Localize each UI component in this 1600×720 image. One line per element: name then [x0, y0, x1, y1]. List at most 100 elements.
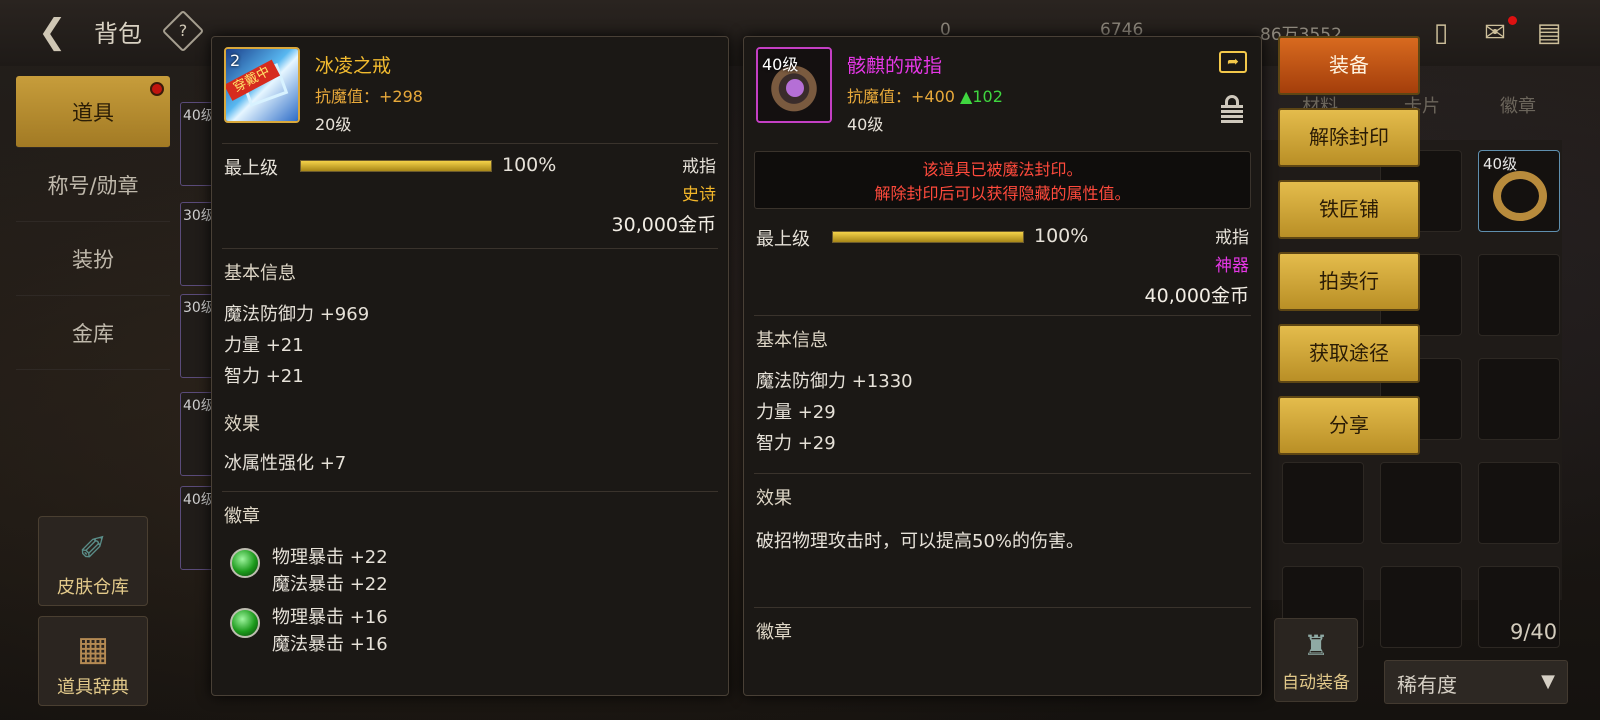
emblem-stat: 物理暴击 +22	[272, 547, 388, 568]
effect-line: 冰属性强化 +7	[224, 453, 347, 474]
book-icon: ▦	[76, 629, 110, 669]
grade-row: 最上级 100% 戒指 神器 40,000金币	[744, 215, 1261, 315]
left-nav: 道具 称号/勋章 装扮 金库	[16, 76, 170, 370]
grade-bar	[832, 231, 1024, 243]
unseal-button[interactable]: 解除封印	[1278, 108, 1420, 167]
nav-item-vault[interactable]: 金库	[16, 296, 170, 370]
basic-info-title: 基本信息	[756, 330, 828, 351]
emblem-stat: 魔法暴击 +16	[272, 634, 388, 655]
inventory-slot[interactable]	[1282, 462, 1364, 544]
seal-warning-line: 该道具已被魔法封印。	[922, 160, 1083, 179]
grade-bar	[300, 160, 492, 172]
auto-equip-label: 自动装备	[1282, 673, 1350, 693]
inventory-slot[interactable]	[1478, 254, 1560, 336]
attr-line: 智力 +29	[756, 433, 836, 454]
icon-level: 40级	[762, 55, 799, 74]
item-header: 40级 骸麒的戒指 抗魔值：+400 ▲102 40级 ➦	[744, 37, 1261, 145]
chat-icon[interactable]: ▤	[1532, 18, 1566, 48]
item-type: 戒指	[682, 157, 716, 177]
grade-percent: 100%	[1034, 225, 1089, 247]
inventory-slot[interactable]	[1478, 358, 1560, 440]
back-arrow-icon[interactable]: ❮	[38, 14, 82, 50]
attr-line: 魔法防御力 +1330	[756, 371, 913, 392]
grade-bar-fill	[833, 232, 1023, 242]
item-resist: 抗魔值：+400 ▲102	[847, 83, 1003, 107]
emblem-stat: 物理暴击 +16	[272, 607, 388, 628]
nav-item-label: 装扮	[72, 247, 114, 272]
nav-item-label: 金库	[72, 321, 114, 346]
emblem-entry: 物理暴击 +22 魔法暴击 +22	[212, 544, 728, 598]
equipped-item-tooltip: 2 穿戴中 冰凌之戒 抗魔值：+298 20级 最上级 100% 戒指 史诗 3…	[211, 36, 729, 696]
nav-item-label: 称号/勋章	[47, 173, 139, 198]
item-type: 戒指	[1215, 228, 1249, 248]
auction-house-button[interactable]: 拍卖行	[1278, 252, 1420, 311]
effect-line: 破招物理攻击时，可以提高50%的伤害。	[756, 531, 1085, 552]
grade-label: 最上级	[224, 158, 278, 179]
mail-notification-dot	[1508, 16, 1517, 25]
resist-delta: ▲102	[960, 87, 1003, 106]
sort-dropdown[interactable]: 稀有度 ▼	[1384, 660, 1568, 704]
inventory-capacity: 9/40	[1510, 620, 1558, 644]
item-resist: 抗魔值：+298	[315, 87, 423, 106]
dropdown-arrow-icon: ▼	[1541, 671, 1555, 692]
skin-storage-label: 皮肤仓库	[57, 577, 129, 598]
emblem-stat: 魔法暴击 +22	[272, 574, 388, 595]
attr-line: 智力 +21	[224, 366, 304, 387]
item-name: 冰凌之戒	[315, 55, 392, 77]
item-level: 40级	[847, 115, 884, 134]
tab-emblems[interactable]: 徽章	[1500, 92, 1536, 118]
item-price: 40,000金币	[1144, 285, 1249, 307]
nav-item-items[interactable]: 道具	[16, 76, 170, 148]
attr-line: 力量 +21	[224, 335, 304, 356]
item-price: 30,000金币	[611, 214, 716, 236]
green-emblem-icon	[230, 548, 260, 578]
blacksmith-button[interactable]: 铁匠铺	[1278, 180, 1420, 239]
bag-icon[interactable]: ▯	[1424, 18, 1458, 48]
item-level: 20级	[315, 115, 352, 134]
item-dictionary-button[interactable]: ▦ 道具辞典	[38, 616, 148, 706]
share-icon[interactable]: ➦	[1219, 51, 1247, 73]
item-name: 骸麒的戒指	[847, 55, 943, 77]
effect-title: 效果	[224, 414, 260, 435]
share-button[interactable]: 分享	[1278, 396, 1420, 455]
brush-icon: ✐	[78, 529, 108, 569]
item-icon: 40级	[756, 47, 832, 123]
emblem-entry: 物理暴击 +16 魔法暴击 +16	[212, 604, 728, 658]
lock-icon[interactable]	[1221, 95, 1243, 123]
grade-label: 最上级	[756, 229, 810, 250]
item-resist-value: 抗魔值：+400	[847, 87, 955, 106]
nav-item-costume[interactable]: 装扮	[16, 222, 170, 296]
effect-title: 效果	[756, 488, 792, 509]
item-header: 2 穿戴中 冰凌之戒 抗魔值：+298 20级	[212, 37, 728, 143]
nav-item-titles[interactable]: 称号/勋章	[16, 148, 170, 222]
page-title: 背包	[94, 20, 142, 48]
item-icon: 2 穿戴中	[224, 47, 300, 123]
emblem-title: 徽章	[756, 622, 792, 643]
basic-info-title: 基本信息	[224, 263, 296, 284]
equip-button[interactable]: 装备	[1278, 36, 1420, 95]
icon-level: 2	[230, 51, 241, 70]
nav-item-label: 道具	[72, 100, 114, 125]
seal-warning: 该道具已被魔法封印。 解除封印后可以获得隐藏的属性值。	[754, 151, 1251, 209]
notification-badge	[150, 82, 164, 96]
compare-item-tooltip: 40级 骸麒的戒指 抗魔值：+400 ▲102 40级 ➦ 该道具已被魔法封印。…	[743, 36, 1262, 696]
item-rarity: 神器	[1215, 256, 1249, 276]
item-dictionary-label: 道具辞典	[57, 677, 129, 698]
armor-icon: ♜	[1303, 629, 1329, 662]
inventory-slot[interactable]	[1380, 462, 1462, 544]
sort-selected-value: 稀有度	[1397, 673, 1457, 697]
grade-row: 最上级 100% 戒指 史诗 30,000金币	[212, 144, 728, 248]
inventory-slot[interactable]	[1478, 462, 1560, 544]
emblem-title: 徽章	[224, 506, 260, 527]
inventory-slot[interactable]	[1380, 566, 1462, 648]
mail-icon[interactable]: ✉	[1478, 18, 1512, 48]
skin-storage-button[interactable]: ✐ 皮肤仓库	[38, 516, 148, 606]
obtain-source-button[interactable]: 获取途径	[1278, 324, 1420, 383]
inventory-slot[interactable]: 40级	[1478, 150, 1560, 232]
item-rarity: 史诗	[682, 185, 716, 205]
grade-percent: 100%	[502, 154, 557, 176]
attr-line: 力量 +29	[756, 402, 836, 423]
help-icon[interactable]: ?	[161, 9, 205, 53]
auto-equip-button[interactable]: ♜ 自动装备	[1274, 618, 1358, 702]
seal-warning-line: 解除封印后可以获得隐藏的属性值。	[874, 184, 1131, 203]
